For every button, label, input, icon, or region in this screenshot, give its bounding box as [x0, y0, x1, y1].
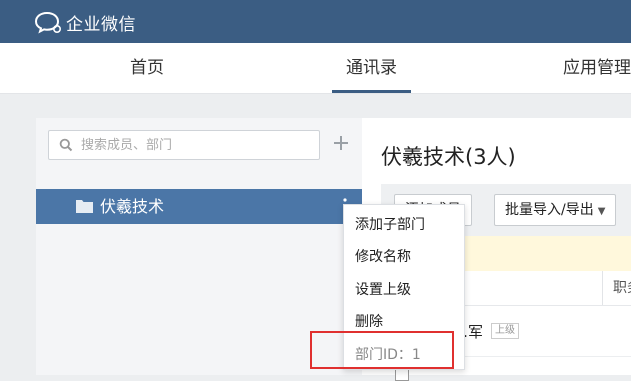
menu-rename[interactable]: 修改名称 — [355, 241, 411, 273]
add-department-button[interactable] — [330, 133, 352, 155]
menu-set-parent[interactable]: 设置上级 — [355, 274, 411, 306]
highlight-box — [310, 331, 454, 369]
batch-button-label: 批量导入/导出 — [505, 202, 594, 218]
page-title: 伏羲技术(3人) — [381, 145, 516, 169]
column-header-title: 职务 — [602, 271, 631, 305]
search-box — [48, 130, 320, 160]
caret-down-icon: ▼ — [597, 206, 606, 217]
superior-badge: 上级 — [491, 323, 519, 339]
logo-icon — [34, 11, 61, 34]
tab-app-management[interactable]: 应用管理 — [563, 43, 631, 93]
department-label: 伏羲技术 — [100, 197, 165, 216]
app-logo[interactable]: 企业微信 — [34, 9, 136, 35]
search-icon — [59, 138, 73, 152]
department-item[interactable]: 伏羲技术 — [36, 189, 362, 224]
tab-contacts[interactable]: 通讯录 — [332, 43, 411, 93]
batch-import-export-button[interactable]: 批量导入/导出 ▼ — [494, 194, 617, 226]
top-bar: 企业微信 — [0, 0, 631, 43]
folder-icon — [76, 200, 93, 213]
plus-icon — [334, 136, 348, 150]
tab-home[interactable]: 首页 — [130, 43, 164, 93]
app-name: 企业微信 — [66, 14, 136, 35]
menu-add-subdepartment[interactable]: 添加子部门 — [355, 209, 425, 241]
nav-bar: 首页 通讯录 应用管理 — [0, 43, 631, 94]
search-input[interactable] — [81, 131, 311, 159]
